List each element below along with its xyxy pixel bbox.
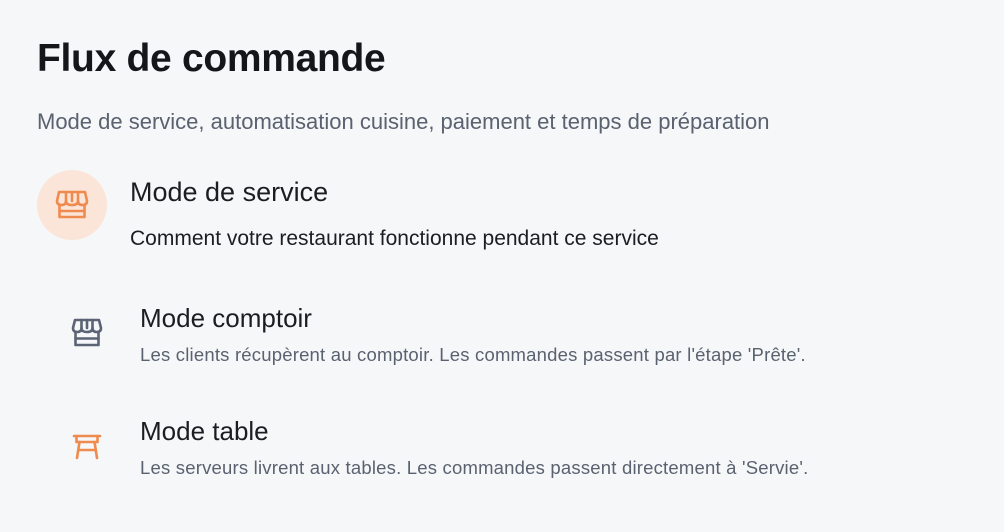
option-table-mode[interactable]: Mode table Les serveurs livrent aux tabl… bbox=[66, 413, 986, 483]
option-description: Les serveurs livrent aux tables. Les com… bbox=[140, 457, 809, 478]
storefront-icon bbox=[66, 312, 108, 354]
section-title: Mode de service bbox=[130, 177, 329, 207]
option-counter-mode[interactable]: Mode comptoir Les clients récupèrent au … bbox=[66, 300, 986, 370]
order-flow-page: Flux de commande Mode de service, automa… bbox=[0, 0, 1004, 532]
option-title: Mode comptoir bbox=[140, 303, 312, 333]
option-title: Mode table bbox=[140, 416, 269, 446]
storefront-icon bbox=[37, 170, 107, 240]
page-subtitle: Mode de service, automatisation cuisine,… bbox=[37, 109, 770, 134]
option-description: Les clients récupèrent au comptoir. Les … bbox=[140, 344, 806, 365]
page-title: Flux de commande bbox=[37, 37, 386, 80]
section-description: Comment votre restaurant fonctionne pend… bbox=[130, 227, 659, 250]
table-icon bbox=[66, 425, 108, 467]
